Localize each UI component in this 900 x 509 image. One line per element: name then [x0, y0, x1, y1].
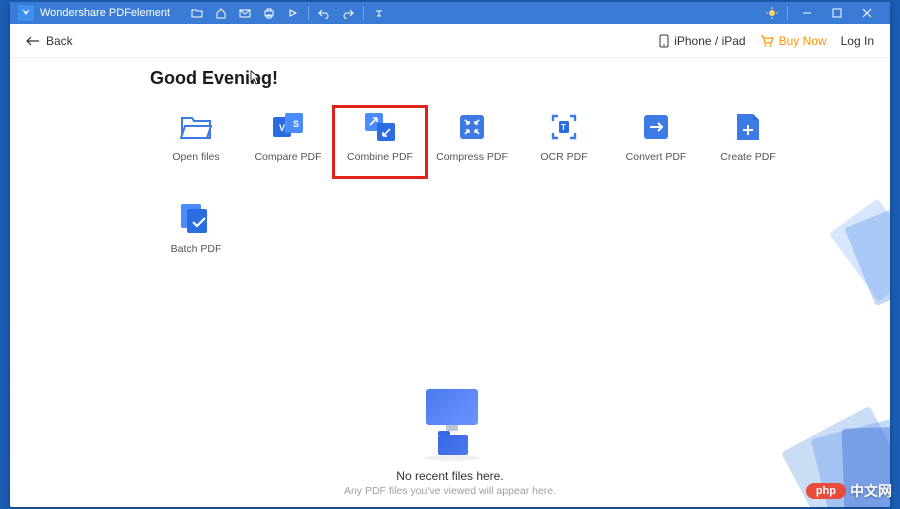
login-link[interactable]: Log In [841, 34, 874, 48]
device-label: iPhone / iPad [674, 34, 745, 48]
tile-combine-pdf[interactable]: Combine PDF [334, 107, 426, 177]
svg-text:S: S [293, 119, 299, 129]
tile-label: Open files [172, 151, 219, 163]
tile-open-files[interactable]: Open files [150, 107, 242, 177]
tile-compress-pdf[interactable]: Compress PDF [426, 107, 518, 177]
batch-pdf-icon [180, 203, 212, 235]
action-tiles-row1: Open files VS Compare PDF Combine PDF Co… [150, 107, 850, 177]
create-pdf-icon [732, 111, 764, 143]
sub-bar: Back iPhone / iPad Buy Now Log In [10, 24, 890, 58]
back-button[interactable]: Back [26, 34, 73, 48]
toolbar-undo-icon[interactable] [313, 2, 335, 24]
tile-label: Combine PDF [347, 151, 413, 163]
toolbar-redo-icon[interactable] [337, 2, 359, 24]
tile-compare-pdf[interactable]: VS Compare PDF [242, 107, 334, 177]
ocr-pdf-icon: T [548, 111, 580, 143]
content-area: Good Evening! Open files VS Compare PDF [10, 58, 890, 507]
cart-icon [760, 35, 774, 47]
app-title: Wondershare PDFelement [40, 7, 170, 19]
action-tiles-row2: Batch PDF [150, 199, 850, 269]
tile-label: Create PDF [720, 151, 775, 163]
svg-text:V: V [279, 123, 285, 133]
tile-label: Batch PDF [171, 243, 222, 255]
watermark: php 中文网 [806, 481, 892, 501]
watermark-text: 中文网 [850, 481, 892, 501]
phone-icon [659, 34, 669, 48]
window-maximize-icon[interactable] [822, 2, 852, 24]
empty-illustration-icon [410, 389, 490, 461]
tile-label: Compress PDF [436, 151, 508, 163]
toolbar-customize-icon[interactable] [368, 2, 390, 24]
watermark-badge: php [806, 483, 846, 499]
tile-ocr-pdf[interactable]: T OCR PDF [518, 107, 610, 177]
back-label: Back [46, 34, 73, 48]
tile-batch-pdf[interactable]: Batch PDF [150, 199, 242, 269]
toolbar-theme-icon[interactable] [761, 2, 783, 24]
tile-label: OCR PDF [540, 151, 587, 163]
tile-create-pdf[interactable]: Create PDF [702, 107, 794, 177]
empty-state: No recent files here. Any PDF files you'… [10, 389, 890, 497]
toolbar-separator [308, 6, 309, 20]
svg-text:T: T [561, 123, 566, 132]
tile-convert-pdf[interactable]: Convert PDF [610, 107, 702, 177]
window-close-icon[interactable] [852, 2, 882, 24]
toolbar-print-icon[interactable] [258, 2, 280, 24]
device-link[interactable]: iPhone / iPad [659, 34, 745, 48]
toolbar-open-icon[interactable] [186, 2, 208, 24]
toolbar-mail-icon[interactable] [234, 2, 256, 24]
title-bar: Wondershare PDFelement [10, 2, 890, 24]
login-label: Log In [841, 34, 874, 48]
tile-label: Convert PDF [626, 151, 687, 163]
buy-label: Buy Now [779, 34, 827, 48]
empty-title: No recent files here. [396, 469, 503, 483]
window-minimize-icon[interactable] [792, 2, 822, 24]
cursor-icon [250, 70, 262, 86]
toolbar-home-icon[interactable] [210, 2, 232, 24]
compare-pdf-icon: VS [272, 111, 304, 143]
toolbar-share-icon[interactable] [282, 2, 304, 24]
tile-label: Compare PDF [254, 151, 321, 163]
open-files-icon [180, 111, 212, 143]
empty-subtitle: Any PDF files you've viewed will appear … [344, 485, 556, 497]
greeting-heading: Good Evening! [150, 68, 850, 89]
compress-pdf-icon [456, 111, 488, 143]
app-window: Wondershare PDFelement Back [10, 2, 890, 507]
convert-pdf-icon [640, 111, 672, 143]
app-logo-icon [18, 5, 34, 21]
toolbar-separator [363, 6, 364, 20]
combine-pdf-icon [364, 111, 396, 143]
buy-now-link[interactable]: Buy Now [760, 34, 827, 48]
back-arrow-icon [26, 36, 40, 46]
toolbar-separator [787, 6, 788, 20]
